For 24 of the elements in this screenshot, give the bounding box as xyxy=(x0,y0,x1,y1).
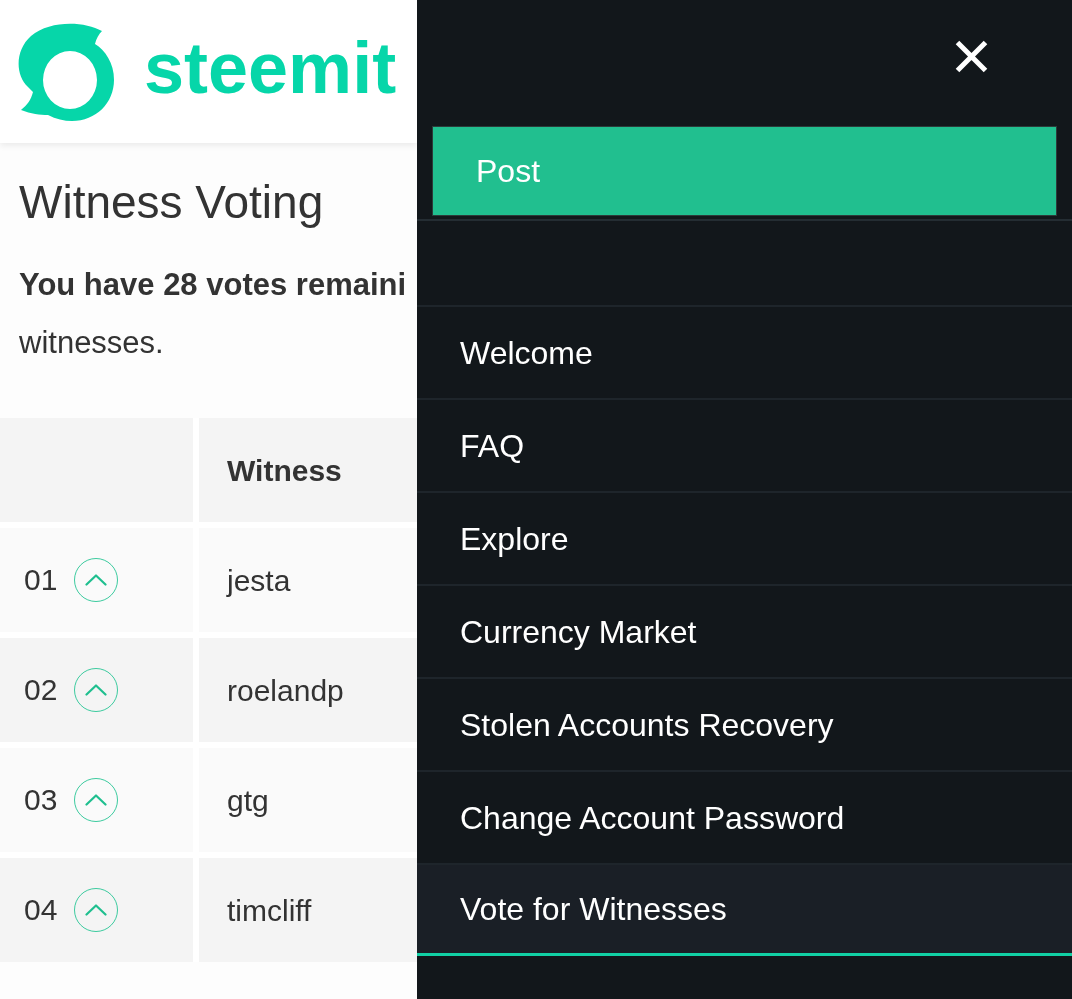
menu-item[interactable]: FAQ xyxy=(417,398,1072,491)
chevron-up-icon xyxy=(85,794,108,806)
chevron-up-icon xyxy=(85,904,108,916)
table-cell: gtg xyxy=(199,748,417,852)
notice-text: witnesses. xyxy=(19,324,165,362)
menu-item[interactable]: Vote for Witnesses xyxy=(417,863,1072,956)
menu-item[interactable]: Currency Market xyxy=(417,584,1072,677)
menu-item[interactable]: Stolen Accounts Recovery xyxy=(417,677,1072,770)
table-cell: timcliff xyxy=(199,858,417,962)
chevron-up-icon xyxy=(85,574,108,586)
table-cell: jesta xyxy=(199,528,417,632)
notice-text: You have 28 votes remaini xyxy=(19,266,408,304)
header-cell: Witness xyxy=(199,418,417,522)
menu-item[interactable]: Welcome xyxy=(417,305,1072,398)
rank-number: 01 xyxy=(24,565,58,595)
menu-item[interactable]: Explore xyxy=(417,491,1072,584)
rank-number: 04 xyxy=(24,895,58,925)
speech-bubble-icon[interactable] xyxy=(18,22,114,121)
page-title: Witness Voting xyxy=(19,175,325,230)
rank-number: 03 xyxy=(24,785,58,815)
chevron-up-icon xyxy=(85,684,108,696)
rank-number: 02 xyxy=(24,675,58,705)
table-cell: roelandp xyxy=(199,638,417,742)
close-icon[interactable] xyxy=(955,40,988,73)
